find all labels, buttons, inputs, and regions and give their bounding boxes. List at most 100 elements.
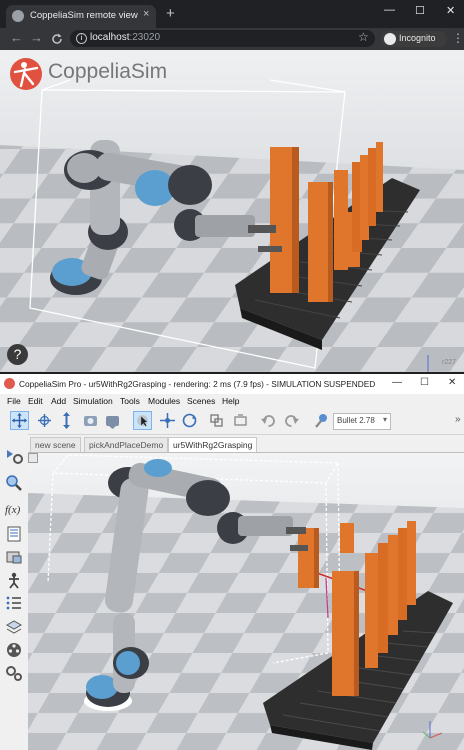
- menu-edit[interactable]: Edit: [28, 396, 43, 406]
- undo-button[interactable]: [259, 411, 278, 430]
- toolbar-overflow-button[interactable]: »: [455, 414, 461, 425]
- tab-title: CoppeliaSim remote view: [30, 10, 138, 21]
- back-button[interactable]: ←: [10, 31, 23, 45]
- physics-engine-value: Bullet 2.78: [337, 416, 375, 425]
- url-text: localhost:23020: [90, 32, 160, 43]
- object-rotate-icon: [182, 413, 197, 428]
- forward-button[interactable]: →: [30, 31, 43, 45]
- browser-menu-icon[interactable]: ⋮: [452, 31, 464, 45]
- new-tab-button[interactable]: +: [166, 6, 175, 21]
- address-bar[interactable]: i localhost:23020 ☆: [70, 30, 375, 47]
- svg-text:f(x): f(x): [5, 504, 21, 516]
- coppeliasim-app-window: CoppeliaSim Pro - ur5WithRg2Grasping - r…: [0, 374, 464, 750]
- info-icon[interactable]: i: [76, 33, 87, 44]
- help-button[interactable]: ?: [7, 344, 28, 365]
- dynamics-button[interactable]: [312, 411, 331, 430]
- app-titlebar: CoppeliaSim Pro - ur5WithRg2Grasping - r…: [0, 374, 464, 394]
- globe-icon: [12, 10, 24, 22]
- transfer-icon: [234, 414, 247, 426]
- redo-button[interactable]: [282, 411, 301, 430]
- url-port: :23020: [129, 32, 161, 43]
- scene-hierarchy-button[interactable]: [4, 524, 24, 544]
- menu-file[interactable]: File: [7, 396, 21, 406]
- cursor-icon: [137, 415, 148, 427]
- camera-angle-icon: [106, 416, 119, 429]
- tab-close-icon[interactable]: ×: [143, 8, 149, 20]
- reload-icon: [52, 33, 62, 44]
- user-settings-button[interactable]: [4, 663, 24, 683]
- coppeliasim-logo: [8, 56, 44, 92]
- film-reel-icon: [7, 643, 21, 657]
- bookmark-star-icon[interactable]: ☆: [358, 30, 369, 44]
- camera-angle-button[interactable]: [103, 411, 122, 430]
- list-icon: [6, 596, 21, 610]
- revision-label: r227: [442, 359, 457, 366]
- hierarchy-icon: [7, 526, 21, 542]
- app-close-button[interactable]: ✕: [448, 377, 456, 388]
- menu-scenes[interactable]: Scenes: [187, 396, 215, 406]
- tab-ur5-with-rg2-grasping[interactable]: ur5WithRg2Grasping: [168, 437, 258, 452]
- camera-icon: [84, 416, 97, 426]
- minimize-button[interactable]: —: [384, 4, 395, 16]
- incognito-badge[interactable]: Incognito: [381, 31, 447, 47]
- menu-help[interactable]: Help: [222, 396, 239, 406]
- transfer-dna-button[interactable]: [231, 411, 250, 430]
- layers-icon: [5, 620, 23, 634]
- camera-shift-button[interactable]: [57, 411, 76, 430]
- camera-fit-button[interactable]: [81, 411, 100, 430]
- app-scene-render: [28, 453, 464, 750]
- browser-tab[interactable]: CoppeliaSim remote view ×: [6, 5, 156, 28]
- coppeliasim-logo-text: CoppeliaSim: [48, 60, 168, 83]
- camera-rotate-button[interactable]: [35, 411, 54, 430]
- object-shift-button[interactable]: [158, 411, 177, 430]
- undo-icon: [261, 415, 275, 427]
- scene-viewport[interactable]: [28, 453, 464, 750]
- gears-icon: [6, 666, 22, 681]
- rotate-arrows-icon: [38, 414, 51, 427]
- url-host: localhost: [90, 32, 130, 43]
- assemble-icon: [210, 414, 223, 427]
- app-maximize-button[interactable]: ☐: [420, 377, 429, 388]
- incognito-icon: [384, 33, 396, 45]
- tab-pick-and-place-demo[interactable]: pickAndPlaceDemo: [84, 437, 169, 452]
- browser-titlebar: CoppeliaSim remote view × + — ☐ ✕: [0, 0, 464, 28]
- layers-button[interactable]: [4, 617, 24, 637]
- collections-button[interactable]: [4, 571, 24, 591]
- assemble-button[interactable]: [207, 411, 226, 430]
- object-rotate-button[interactable]: [180, 411, 199, 430]
- app-menubar: File Edit Add Simulation Tools Modules S…: [0, 394, 464, 408]
- browser-toolbar: ← → i localhost:23020 ☆ Incognito ⋮: [0, 28, 464, 50]
- menu-tools[interactable]: Tools: [120, 396, 140, 406]
- camera-pan-button[interactable]: [10, 411, 29, 430]
- video-recorder-button[interactable]: [4, 640, 24, 660]
- object-properties-button[interactable]: [4, 547, 24, 567]
- menu-simulation[interactable]: Simulation: [73, 396, 113, 406]
- viewport-corner-handle[interactable]: [28, 453, 38, 463]
- shift-arrows-icon: [63, 412, 70, 429]
- figure-icon: [9, 572, 19, 589]
- remote-view-canvas[interactable]: CoppeliaSim ? r227: [0, 50, 464, 372]
- calculation-modules-button[interactable]: [4, 594, 24, 614]
- coppeliasim-app-icon: [4, 378, 15, 389]
- magnet-icon: [315, 414, 327, 428]
- object-select-button[interactable]: [133, 411, 152, 430]
- app-minimize-button[interactable]: —: [392, 377, 402, 388]
- remote-scene-render: [0, 50, 464, 372]
- menu-modules[interactable]: Modules: [148, 396, 180, 406]
- physics-engine-select[interactable]: Bullet 2.78 ▾: [333, 413, 391, 430]
- function-icon: f(x): [5, 504, 21, 516]
- reload-button[interactable]: [50, 32, 64, 46]
- maximize-button[interactable]: ☐: [415, 4, 425, 17]
- chevron-down-icon: ▾: [382, 415, 387, 424]
- simulation-settings-button[interactable]: [4, 446, 24, 466]
- app-toolbar: Bullet 2.78 ▾ »: [0, 408, 464, 435]
- tab-new-scene[interactable]: new scene: [30, 437, 81, 452]
- menu-add[interactable]: Add: [51, 396, 66, 406]
- side-toolbar: f(x): [0, 434, 28, 750]
- magnifier-icon: [6, 475, 22, 491]
- app-title: CoppeliaSim Pro - ur5WithRg2Grasping - r…: [19, 379, 376, 389]
- script-functions-button[interactable]: f(x): [4, 498, 24, 518]
- close-window-button[interactable]: ✕: [446, 4, 455, 17]
- model-browser-button[interactable]: [4, 473, 24, 493]
- pan-arrows-icon: [11, 412, 28, 429]
